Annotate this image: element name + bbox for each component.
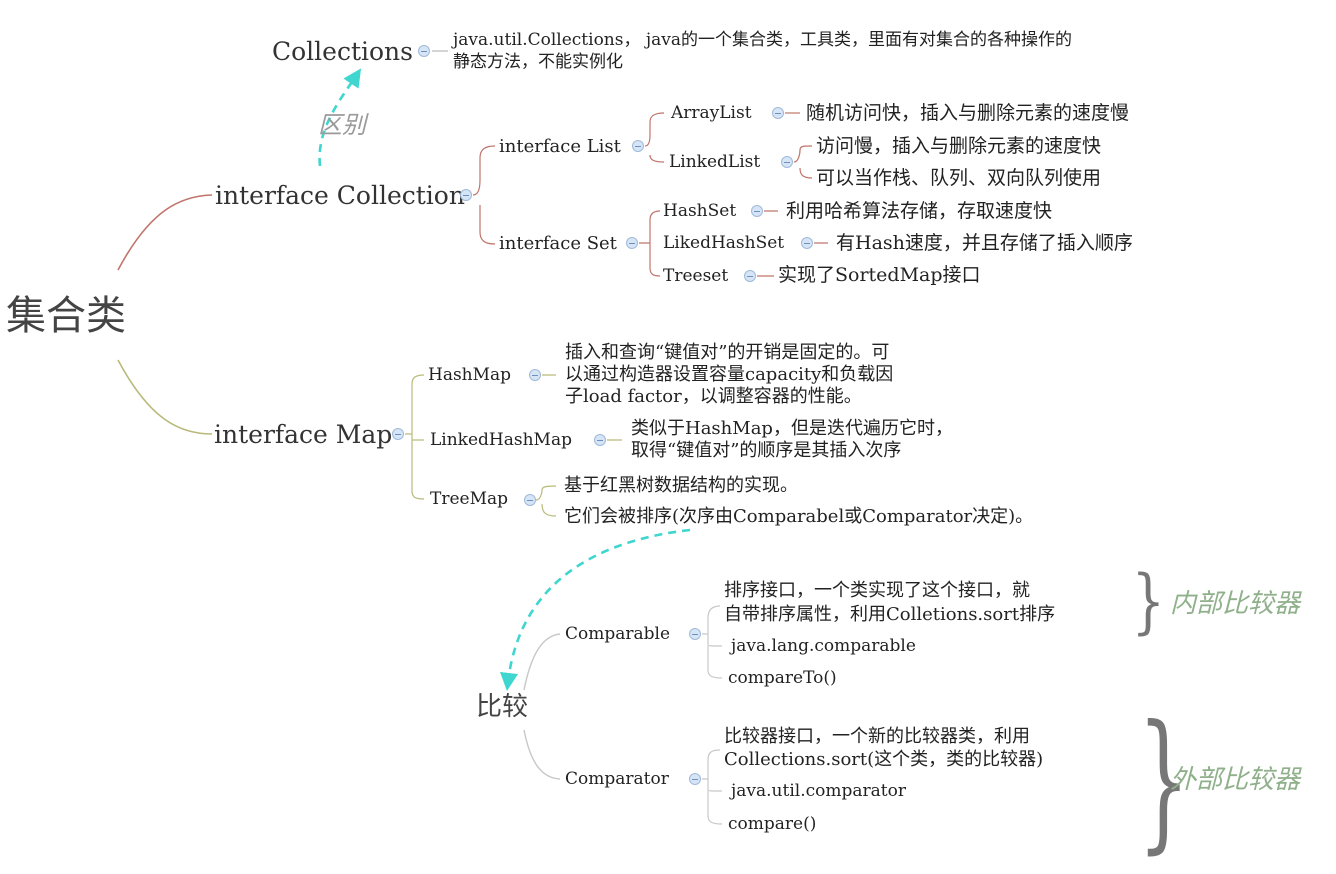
collapse-minus-icon[interactable] (418, 45, 430, 57)
collapse-minus-icon[interactable] (801, 237, 813, 249)
node-linkedlist[interactable]: LinkedList (669, 151, 760, 173)
brace-internal: } (1131, 560, 1165, 642)
node-interface-collection[interactable]: interface Collection (215, 181, 465, 211)
comparator-pkg: java.util.comparator (731, 781, 906, 801)
mind-map-canvas: 集合类 Collections java.util.Collections， j… (0, 0, 1336, 874)
node-collections[interactable]: Collections (272, 37, 413, 67)
hashset-desc: 利用哈希算法存储，存取速度快 (786, 200, 1053, 222)
collapse-minus-icon[interactable] (781, 156, 793, 168)
collapse-minus-icon[interactable] (626, 237, 638, 249)
node-likedhashset[interactable]: LikedHashSet (663, 232, 784, 254)
collapse-minus-icon[interactable] (594, 434, 606, 446)
likedhashset-desc: 有Hash速度，并且存储了插入顺序 (836, 232, 1133, 254)
node-treemap[interactable]: TreeMap (430, 488, 508, 510)
hashmap-desc1: 插入和查询“键值对”的开销是固定的。可 (565, 342, 890, 363)
node-arraylist[interactable]: ArrayList (671, 102, 752, 124)
node-comparable[interactable]: Comparable (565, 623, 670, 645)
collapse-minus-icon[interactable] (632, 140, 644, 152)
treeset-desc: 实现了SortedMap接口 (778, 264, 981, 286)
collections-desc-line2: 静态方法，不能实例化 (453, 52, 623, 72)
collapse-minus-icon[interactable] (524, 494, 536, 506)
linkedhashmap-desc2: 取得“键值对”的顺序是其插入次序 (631, 440, 902, 461)
node-hashmap[interactable]: HashMap (428, 364, 511, 386)
collapse-minus-icon[interactable] (392, 428, 404, 440)
node-interface-list[interactable]: interface List (499, 136, 621, 158)
collections-desc-line1: java.util.Collections， java的一个集合类，工具类，里面… (453, 30, 1073, 50)
collapse-minus-icon[interactable] (529, 369, 541, 381)
linkedlist-desc2: 可以当作栈、队列、双向队列使用 (816, 167, 1102, 189)
arraylist-desc: 随机访问快，插入与删除元素的速度慢 (806, 102, 1130, 124)
collapse-minus-icon[interactable] (772, 107, 784, 119)
node-hashset[interactable]: HashSet (663, 200, 736, 222)
difference-label: 区别 (318, 111, 366, 139)
comparable-desc1: 排序接口，一个类实现了这个接口，就 (724, 580, 1030, 601)
node-comparator[interactable]: Comparator (565, 768, 669, 790)
branch-collection (117, 194, 213, 271)
node-linkedhashmap[interactable]: LinkedHashMap (430, 429, 572, 451)
internal-comparator-label: 内部比较器 (1170, 589, 1301, 619)
comparable-method: compareTo() (728, 668, 837, 688)
collapse-minus-icon[interactable] (460, 189, 472, 201)
linkedlist-desc1: 访问慢，插入与删除元素的速度快 (816, 135, 1102, 157)
collapse-minus-icon[interactable] (689, 628, 701, 640)
comparator-desc1: 比较器接口，一个新的比较器类，利用 (724, 726, 1030, 747)
collapse-minus-icon[interactable] (751, 205, 763, 217)
comparator-method: compare() (728, 814, 817, 834)
branch-comparable (523, 633, 561, 691)
collapse-minus-icon[interactable] (744, 270, 756, 282)
node-interface-map[interactable]: interface Map (214, 420, 392, 450)
node-compare[interactable]: 比较 (476, 692, 528, 722)
comparable-desc2: 自带排序属性，利用Colletions.sort排序 (724, 604, 1056, 625)
treemap-desc2: 它们会被排序(次序由Comparabel或Comparator决定)。 (564, 506, 1034, 527)
comparable-pkg: java.lang.comparable (731, 636, 916, 656)
linkedhashmap-desc1: 类似于HashMap，但是迭代遍历它时， (631, 418, 953, 439)
hashmap-desc3: 子load factor，以调整容器的性能。 (565, 386, 862, 407)
relation-arrow-compare (500, 528, 691, 692)
node-treeset[interactable]: Treeset (663, 265, 728, 287)
node-interface-set[interactable]: interface Set (499, 233, 617, 255)
external-comparator-label: 外部比较器 (1170, 765, 1301, 795)
branch-map (117, 359, 213, 435)
hashmap-desc2: 以通过构造器设置容量capacity和负载因 (565, 364, 894, 385)
treemap-desc1: 基于红黑树数据结构的实现。 (564, 475, 798, 496)
root-node[interactable]: 集合类 (6, 293, 126, 339)
comparator-desc2: Collections.sort(这个类，类的比较器) (724, 749, 1044, 770)
branch-comparator (523, 729, 561, 780)
collapse-minus-icon[interactable] (689, 773, 701, 785)
